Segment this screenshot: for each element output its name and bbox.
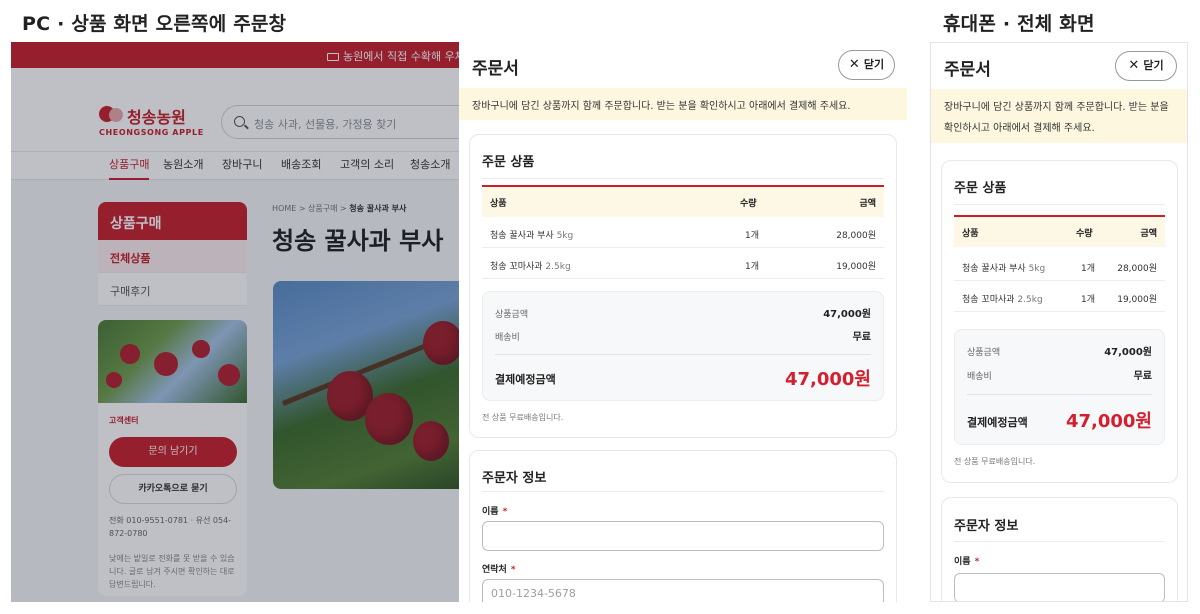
table-header: 상품 수량 금액 xyxy=(482,187,884,217)
item-qty: 1개 xyxy=(745,231,760,241)
order-notice: 장바구니에 담긴 상품까지 함께 주문합니다. 받는 분을 확인하시고 아래에서… xyxy=(459,88,907,120)
item-qty: 1개 xyxy=(1081,264,1096,274)
table-row: 청송 꿀사과 부사 5kg 1개 28,000원 xyxy=(482,217,884,248)
item-name: 청송 꿀사과 부사 xyxy=(962,264,1026,274)
shipping-label: 배송비 xyxy=(495,333,520,343)
col-price: 금액 xyxy=(1140,229,1157,239)
orderer-title: 주문자 정보 xyxy=(954,519,1019,534)
close-icon: ✕ xyxy=(848,57,860,72)
orderer-card: 주문자 정보 이름 * xyxy=(941,497,1178,601)
item-price: 28,000원 xyxy=(1117,264,1157,274)
total-label: 결제예정금액 xyxy=(495,373,556,386)
subtotal-value: 47,000원 xyxy=(1104,347,1152,358)
item-price: 28,000원 xyxy=(836,231,876,241)
order-drawer-pc: 주문서 ✕ 닫기 장바구니에 담긴 상품까지 함께 주문합니다. 받는 분을 확인… xyxy=(459,42,907,602)
table-row: 청송 꼬마사과 2.5kg 1개 19,000원 xyxy=(482,248,884,279)
item-price: 19,000원 xyxy=(1117,295,1157,305)
drawer-title: 주문서 xyxy=(944,60,991,80)
item-option: 2.5kg xyxy=(1017,295,1043,305)
table-row: 청송 꼬마사과 2.5kg 1개 19,000원 xyxy=(954,281,1165,312)
pc-caption: PC · 상품 화면 오른쪽에 주문창 xyxy=(22,13,287,35)
total-value: 47,000원 xyxy=(1065,411,1152,432)
close-icon: ✕ xyxy=(1128,58,1140,73)
subtotal-value: 47,000원 xyxy=(823,309,871,320)
total-value: 47,000원 xyxy=(784,369,871,390)
total-label: 결제예정금액 xyxy=(967,416,1028,429)
drawer-header: 주문서 ✕ 닫기 xyxy=(931,43,1187,89)
item-qty: 1개 xyxy=(1081,295,1096,305)
shipping-value: 무료 xyxy=(1133,371,1152,382)
name-label: 이름 * xyxy=(482,507,508,517)
close-button[interactable]: ✕ 닫기 xyxy=(838,50,895,80)
order-items-title: 주문 상품 xyxy=(482,155,535,170)
col-qty: 수량 xyxy=(1076,229,1093,239)
mobile-caption: 휴대폰 · 전체 화면 xyxy=(943,13,1095,35)
col-qty: 수량 xyxy=(740,199,757,209)
item-name: 청송 꼬마사과 xyxy=(962,295,1015,305)
drawer-header: 주문서 ✕ 닫기 xyxy=(459,42,907,88)
order-items-card: 주문 상품 상품 수량 금액 청송 꿀사과 부사 5kg 1개 28,000원 … xyxy=(469,134,897,438)
name-label: 이름 * xyxy=(954,557,980,567)
item-option: 5kg xyxy=(1028,264,1046,274)
orderer-title: 주문자 정보 xyxy=(482,471,547,486)
order-items-title: 주문 상품 xyxy=(954,181,1007,196)
order-screen-mobile: 주문서 ✕ 닫기 장바구니에 담긴 상품까지 함께 주문합니다. 받는 분을 확인… xyxy=(930,42,1188,602)
free-shipping-note: 전 상품 무료배송입니다. xyxy=(482,413,564,422)
order-items-card: 주문 상품 상품 수량 금액 청송 꿀사과 부사 5kg 1개 28,000원 … xyxy=(941,160,1178,483)
order-items-table: 상품 수량 금액 청송 꿀사과 부사 5kg 1개 28,000원 청송 꼬마사… xyxy=(482,185,884,281)
col-product: 상품 xyxy=(490,199,507,209)
name-input[interactable] xyxy=(954,573,1165,601)
subtotal-label: 상품금액 xyxy=(967,348,1001,358)
phone-input[interactable]: 010-1234-5678 xyxy=(482,579,884,602)
name-input[interactable] xyxy=(482,521,884,551)
table-row: 청송 꿀사과 부사 5kg 1개 28,000원 xyxy=(954,250,1165,281)
item-name: 청송 꿀사과 부사 xyxy=(490,231,554,241)
order-items-table: 상품 수량 금액 청송 꿀사과 부사 5kg 1개 28,000원 청송 꼬마사… xyxy=(954,215,1165,312)
col-product: 상품 xyxy=(962,229,979,239)
free-shipping-note: 전 상품 무료배송입니다. xyxy=(954,457,1036,466)
col-price: 금액 xyxy=(859,199,876,209)
item-option: 5kg xyxy=(556,231,574,241)
item-qty: 1개 xyxy=(745,262,760,272)
phone-label: 연락처 * xyxy=(482,565,516,575)
order-notice: 장바구니에 담긴 상품까지 함께 주문합니다. 받는 분을 확인하시고 아래에서… xyxy=(931,89,1187,143)
subtotal-label: 상품금액 xyxy=(495,310,529,320)
shipping-value: 무료 xyxy=(852,332,871,343)
item-option: 2.5kg xyxy=(545,262,571,272)
drawer-title: 주문서 xyxy=(472,59,519,79)
order-summary: 상품금액 47,000원 배송비 무료 결제예정금액 47,000원 xyxy=(954,329,1165,445)
item-name: 청송 꼬마사과 xyxy=(490,262,543,272)
close-button[interactable]: ✕ 닫기 xyxy=(1115,51,1177,81)
item-price: 19,000원 xyxy=(836,262,876,272)
orderer-card: 주문자 정보 이름 * 연락처 * 010-1234-5678 xyxy=(469,450,897,602)
order-summary: 상품금액 47,000원 배송비 무료 결제예정금액 47,000원 xyxy=(482,291,884,401)
table-header: 상품 수량 금액 xyxy=(954,217,1165,247)
shipping-label: 배송비 xyxy=(967,372,992,382)
